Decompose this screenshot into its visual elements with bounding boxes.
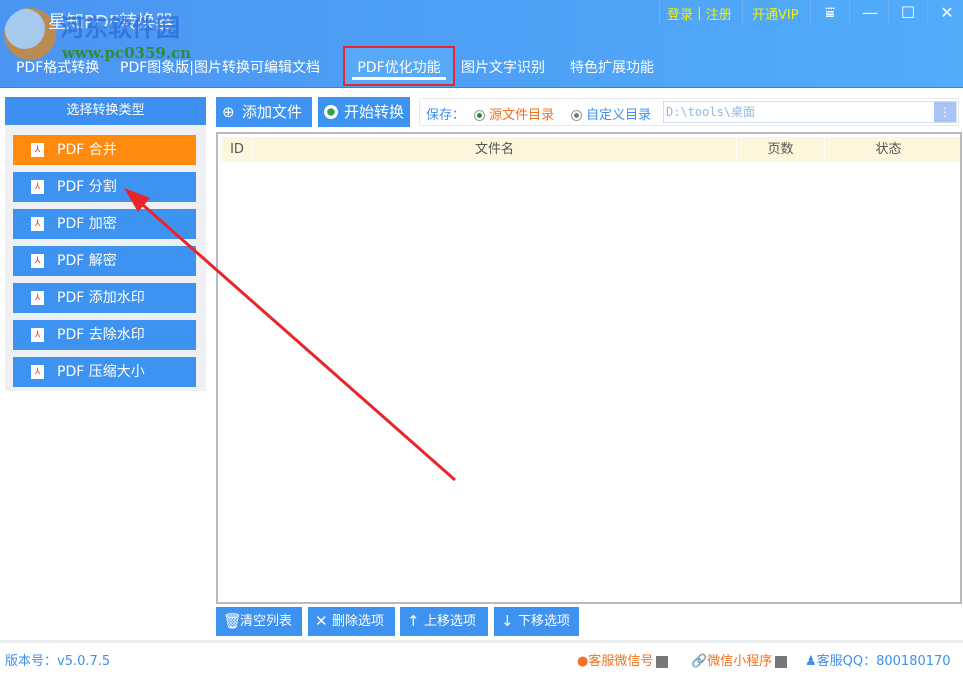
annotation-arrow <box>124 188 456 482</box>
